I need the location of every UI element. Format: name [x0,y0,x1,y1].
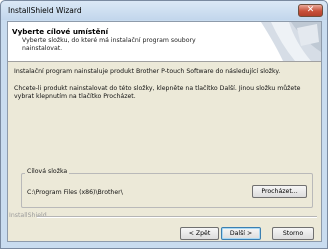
info-text-1: Instalační program nainstaluje produkt B… [14,68,281,75]
page-title: Vyberte cílové umístění [12,27,109,36]
close-button[interactable]: ✕ [298,4,323,17]
footer-separator [37,216,317,218]
destination-path: C:\Program Files (x86)\Brother\ [27,189,123,196]
info-text-2: Chcete-li produkt nainstalovat do této s… [14,85,301,100]
wizard-client-area: Vyberte cílové umístění Vyberte složku, … [7,21,322,242]
close-icon: ✕ [306,5,315,15]
page-subtitle: Vyberte složku, do které má instalační p… [22,37,196,52]
next-button[interactable]: Další > [221,227,261,240]
cancel-button[interactable]: Storno [272,227,314,240]
destination-label: Cílová složka [25,168,70,175]
title-bar[interactable]: InstallShield Wizard ✕ [1,1,327,20]
window-title: InstallShield Wizard [8,6,82,15]
back-button[interactable]: < Zpět [180,227,219,240]
header-panel: Vyberte cílové umístění Vyberte složku, … [8,22,321,62]
browse-button[interactable]: Procházet... [252,185,307,198]
installer-window: InstallShield Wizard ✕ Vyberte cílové um… [0,0,328,249]
header-graphic [261,22,321,61]
